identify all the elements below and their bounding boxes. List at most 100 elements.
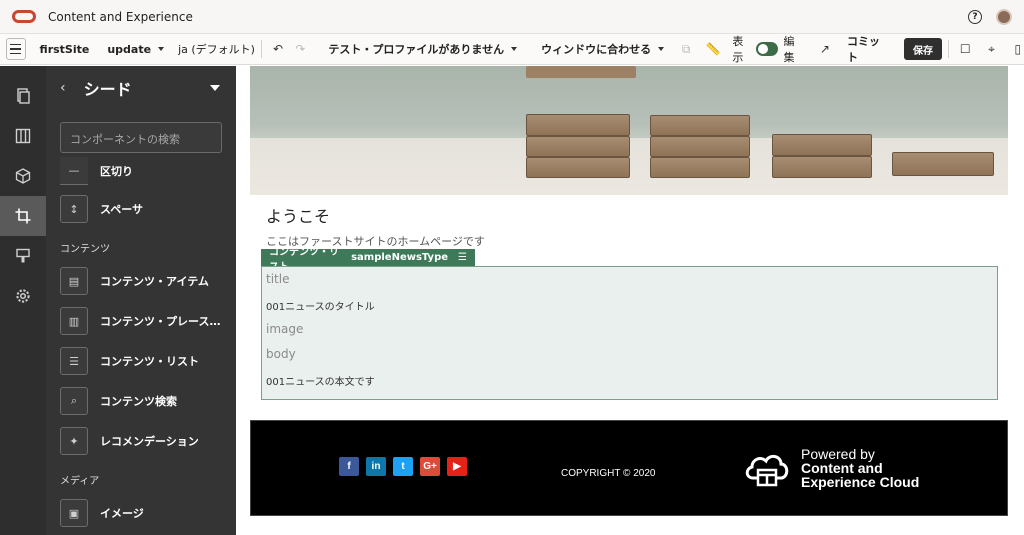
components-panel: ‹ シード コンポーネントの検索 — 区切り ↕ スペーサ コンテンツ ▤ コン… bbox=[46, 66, 236, 535]
google-plus-icon[interactable]: G+ bbox=[420, 457, 440, 476]
theme-brush-icon[interactable] bbox=[0, 236, 46, 276]
component-item-image[interactable]: ▣ イメージ bbox=[46, 493, 236, 533]
component-item-recommendation[interactable]: ✦ レコメンデーション bbox=[46, 421, 236, 461]
site-toolbar: firstSite update ja (デフォルト) ↶ ↷ テスト・プロファ… bbox=[0, 34, 1024, 65]
language-label: ja (デフォルト) bbox=[178, 43, 255, 56]
hero-image[interactable] bbox=[250, 66, 1008, 195]
powered-by-logo: Powered by Content and Experience Cloud bbox=[743, 447, 919, 489]
hero-block bbox=[772, 134, 872, 156]
edit-label: 編集 bbox=[783, 35, 795, 64]
divider-icon: — bbox=[60, 157, 88, 185]
component-label: 区切り bbox=[100, 165, 133, 178]
recommendation-icon: ✦ bbox=[60, 427, 88, 455]
redo-icon[interactable]: ↷ bbox=[294, 42, 306, 56]
component-label: コンテンツ検索 bbox=[100, 395, 177, 408]
copyright-text: COPYRIGHT © 2020 bbox=[561, 468, 656, 479]
component-item-divider[interactable]: — 区切り bbox=[46, 153, 236, 189]
oracle-logo-icon bbox=[12, 10, 36, 23]
edit-mode-toggle[interactable] bbox=[755, 42, 779, 56]
components-cube-icon[interactable] bbox=[0, 156, 46, 196]
content-item-icon: ▤ bbox=[60, 267, 88, 295]
component-label: コンテンツ・リスト bbox=[100, 355, 199, 368]
content-placeholder-icon: ▥ bbox=[60, 307, 88, 335]
fit-window-dropdown[interactable]: ウィンドウに合わせる bbox=[541, 41, 665, 57]
layout-icon[interactable] bbox=[0, 116, 46, 156]
powered-by-text: Powered by bbox=[801, 446, 875, 462]
brand-line-2: Experience Cloud bbox=[801, 474, 920, 490]
hero-block bbox=[526, 136, 630, 157]
crop-icon[interactable] bbox=[0, 196, 46, 236]
comment-icon[interactable]: ☐ bbox=[959, 42, 971, 56]
field-label-body: body bbox=[266, 347, 296, 361]
panel-dropdown-icon[interactable] bbox=[210, 85, 220, 91]
pages-icon[interactable] bbox=[0, 76, 46, 116]
component-label: レコメンデーション bbox=[100, 435, 199, 448]
chevron-down-icon bbox=[158, 47, 165, 51]
field-value-title: 001ニュースのタイトル bbox=[266, 302, 375, 313]
chevron-down-icon bbox=[658, 47, 665, 51]
component-label: コンテンツ・アイテム bbox=[100, 275, 209, 288]
app-title: Content and Experience bbox=[48, 9, 193, 24]
language-selector[interactable]: ja (デフォルト) bbox=[178, 41, 255, 57]
cloud-logo-icon bbox=[745, 455, 789, 487]
hero-top-block bbox=[526, 66, 636, 78]
component-item-content-placeholder[interactable]: ▥ コンテンツ・プレースホルダ bbox=[46, 301, 236, 341]
hero-block bbox=[650, 136, 750, 157]
commit-button[interactable]: コミット bbox=[847, 33, 886, 65]
device-profile-dropdown[interactable]: テスト・プロファイルがありません bbox=[328, 41, 518, 57]
component-search-input[interactable]: コンポーネントの検索 bbox=[60, 122, 222, 153]
hero-block bbox=[650, 157, 750, 178]
back-chevron-icon[interactable]: ‹ bbox=[60, 80, 66, 96]
menu-icon[interactable] bbox=[6, 38, 26, 60]
linkedin-icon[interactable]: in bbox=[366, 457, 386, 476]
ruler-icon[interactable]: 📏 bbox=[706, 42, 721, 56]
device-profile-label: テスト・プロファイルがありません bbox=[328, 43, 505, 56]
user-avatar-icon[interactable] bbox=[996, 8, 1012, 25]
content-list-component[interactable]: title 001ニュースのタイトル image body 001ニュースの本文… bbox=[261, 266, 998, 400]
component-menu-icon[interactable]: ☰ bbox=[458, 252, 467, 263]
fit-window-label: ウィンドウに合わせる bbox=[541, 43, 652, 56]
component-item-content-list[interactable]: ☰ コンテンツ・リスト bbox=[46, 341, 236, 381]
settings-gear-icon[interactable] bbox=[0, 276, 46, 316]
undo-icon[interactable]: ↶ bbox=[272, 42, 284, 56]
youtube-icon[interactable]: ▶ bbox=[447, 457, 467, 476]
twitter-icon[interactable]: t bbox=[393, 457, 413, 476]
location-pin-icon[interactable]: ⌖ bbox=[985, 42, 997, 56]
update-label: update bbox=[107, 42, 152, 56]
facebook-icon[interactable]: f bbox=[339, 457, 359, 476]
hero-block bbox=[526, 114, 630, 136]
field-value-body: 001ニュースの本文です bbox=[266, 377, 375, 388]
divider bbox=[260, 40, 262, 58]
help-icon[interactable]: ? bbox=[968, 9, 982, 24]
content-list-icon: ☰ bbox=[60, 347, 88, 375]
hero-block bbox=[892, 152, 994, 176]
site-name[interactable]: firstSite bbox=[40, 43, 90, 56]
app-header: Content and Experience ? bbox=[0, 0, 1024, 34]
component-label: スペーサ bbox=[100, 203, 144, 216]
page-footer[interactable]: f in t G+ ▶ COPYRIGHT © 2020 Powered by … bbox=[250, 420, 1008, 516]
panel-header: ‹ シード bbox=[46, 66, 236, 110]
page-canvas: ようこそ ここはファーストサイトのホームページです コンテンツ・リスト samp… bbox=[236, 66, 1024, 535]
welcome-heading[interactable]: ようこそ bbox=[266, 203, 330, 227]
preview-icon[interactable]: ↗ bbox=[819, 42, 831, 56]
image-icon: ▣ bbox=[60, 499, 88, 527]
component-item-content-search[interactable]: ⌕ コンテンツ検索 bbox=[46, 381, 236, 421]
divider bbox=[948, 40, 950, 58]
hero-block bbox=[650, 115, 750, 136]
field-label-image: image bbox=[266, 322, 304, 336]
copy-layout-icon[interactable]: ⧉ bbox=[680, 42, 692, 56]
spacer-icon: ↕ bbox=[60, 195, 88, 223]
chevron-down-icon bbox=[511, 47, 518, 51]
component-item-content-item[interactable]: ▤ コンテンツ・アイテム bbox=[46, 261, 236, 301]
component-label: イメージ bbox=[100, 507, 144, 520]
panel-title: シード bbox=[83, 80, 132, 99]
save-button[interactable]: 保存 bbox=[903, 38, 943, 60]
component-label: コンテンツ・プレースホルダ bbox=[100, 315, 230, 328]
component-item-spacer[interactable]: ↕ スペーサ bbox=[46, 189, 236, 229]
content-list-tag[interactable]: コンテンツ・リスト sampleNewsType ☰ bbox=[261, 247, 475, 273]
update-dropdown[interactable]: update bbox=[107, 42, 165, 56]
side-panel-icon[interactable]: ▯ bbox=[1012, 42, 1024, 56]
hero-block bbox=[772, 156, 872, 178]
view-label: 表示 bbox=[732, 35, 744, 64]
left-rail bbox=[0, 66, 46, 535]
